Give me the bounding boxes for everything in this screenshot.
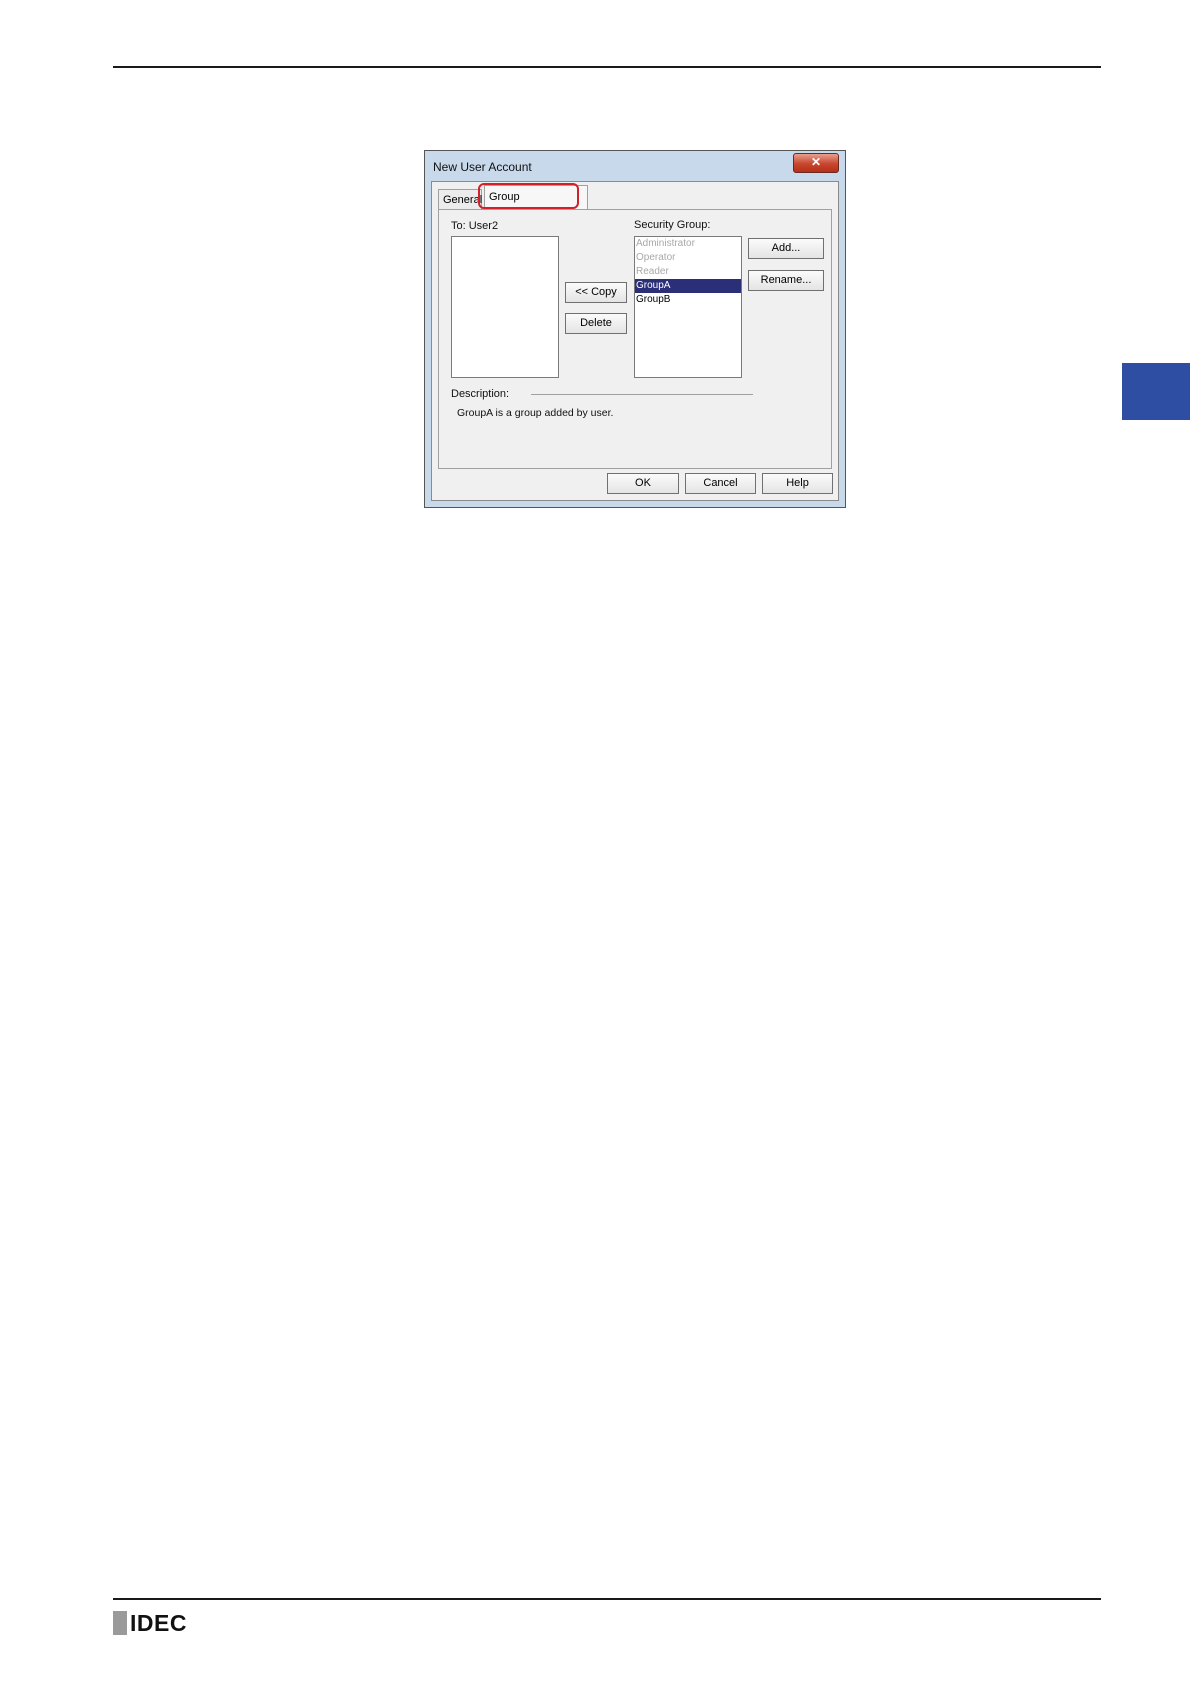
ok-button[interactable]: OK [607, 473, 679, 494]
security-group-list[interactable]: Administrator Operator Reader GroupA Gro… [634, 236, 742, 378]
header-rule [113, 66, 1101, 68]
chapter-index-tab [1122, 363, 1190, 420]
tab-general[interactable]: General [438, 189, 482, 209]
list-item[interactable]: GroupB [635, 293, 741, 307]
list-item: Operator [636, 252, 676, 263]
dialog-client-area: General Group Membership To: User2 << Co… [431, 181, 839, 501]
help-button[interactable]: Help [762, 473, 833, 494]
dialog-title: New User Account [433, 160, 532, 174]
description-text: GroupA is a group added by user. [457, 407, 614, 419]
logo-mark [113, 1611, 127, 1635]
new-user-account-dialog: New User Account ✕ General Group Members… [424, 150, 846, 508]
list-item-selected[interactable]: GroupA [635, 279, 741, 293]
cancel-button[interactable]: Cancel [685, 473, 756, 494]
group-membership-panel: To: User2 << Copy Delete Security Group:… [438, 209, 832, 469]
logo-text: IDEC [130, 1609, 187, 1636]
add-button[interactable]: Add... [748, 238, 824, 259]
footer-rule [113, 1598, 1101, 1600]
to-user-label: To: User2 [451, 220, 499, 232]
description-divider [531, 394, 753, 395]
security-group-label: Security Group: [634, 219, 711, 231]
list-item: Reader [636, 266, 669, 277]
copy-button[interactable]: << Copy [565, 282, 627, 303]
tab-highlight-callout [478, 183, 579, 209]
idec-logo: IDEC [113, 1609, 187, 1637]
rename-button[interactable]: Rename... [748, 270, 824, 291]
dialog-titlebar: New User Account ✕ [425, 151, 845, 181]
close-icon[interactable]: ✕ [793, 153, 839, 173]
delete-button[interactable]: Delete [565, 313, 627, 334]
list-item: Administrator [636, 238, 695, 249]
member-groups-list[interactable] [451, 236, 559, 378]
description-label: Description: [451, 388, 510, 400]
